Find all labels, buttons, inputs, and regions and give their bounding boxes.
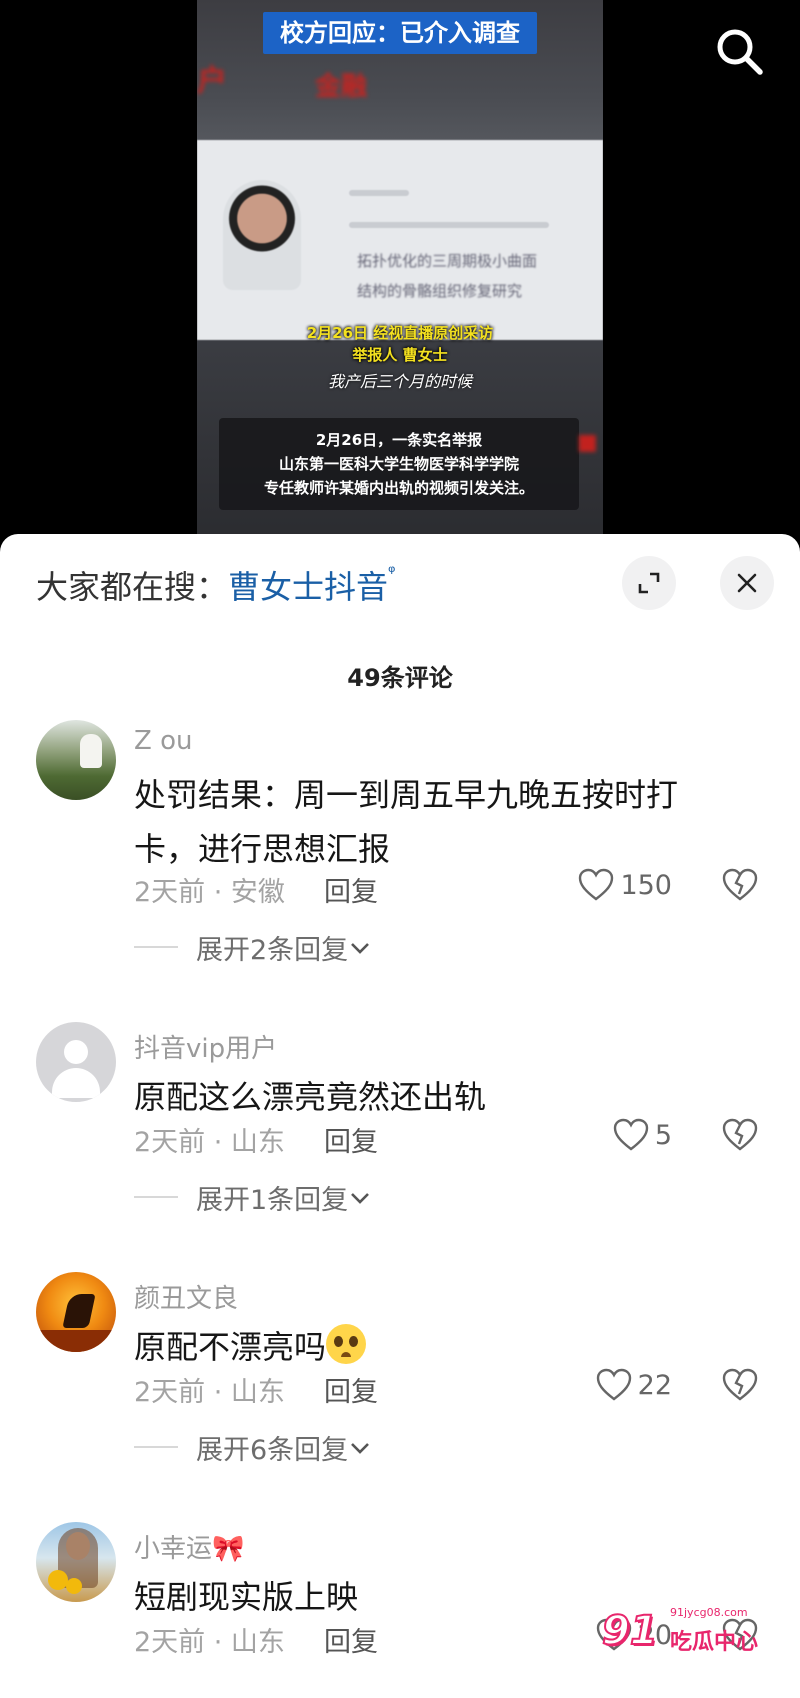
caption-line: 山东第一医科大学生物医学科学学院 bbox=[278, 455, 519, 473]
document-card: 拓扑优化的三周期极小曲面 结构的骨骼组织修复研究 bbox=[197, 140, 603, 340]
dislike-button[interactable] bbox=[722, 868, 758, 906]
video-banner: 校方回应：已介入调查 bbox=[263, 12, 537, 54]
broken-heart-icon bbox=[722, 1368, 758, 1401]
chevron-down-icon bbox=[351, 1192, 370, 1204]
watermark-name: 吃瓜中心 bbox=[670, 1630, 759, 1655]
dislike-button[interactable] bbox=[722, 1368, 758, 1406]
video-player[interactable]: 校方回应：已介入调查 户 金融 拓扑优化的三周期极小曲面 结构的骨骼组织修复研究… bbox=[0, 0, 800, 560]
comment-item: 颜丑文良 原配不漂亮吗 2天前 · 山东 回复 22 展开6条回复 bbox=[0, 1272, 800, 1472]
like-count: 150 bbox=[620, 869, 672, 901]
avatar[interactable] bbox=[36, 1022, 116, 1102]
broken-heart-icon bbox=[722, 868, 758, 901]
comment-author[interactable]: 颜丑文良 bbox=[134, 1278, 238, 1315]
expand-replies[interactable]: 展开6条回复 bbox=[134, 1428, 372, 1467]
avatar[interactable] bbox=[36, 1522, 116, 1602]
close-icon bbox=[737, 573, 757, 593]
hot-search-label: 大家都在搜： bbox=[36, 568, 229, 606]
video-frame: 校方回应：已介入调查 户 金融 拓扑优化的三周期极小曲面 结构的骨骼组织修复研究… bbox=[197, 0, 603, 540]
person-portrait bbox=[223, 180, 301, 290]
blurred-red-text: 户 bbox=[197, 64, 227, 99]
watermark-url: 91jycg08.com bbox=[670, 1606, 748, 1619]
comment-meta: 2天前 · 山东 bbox=[134, 1127, 285, 1158]
video-subtitle: 我产后三个月的时候 bbox=[327, 372, 472, 391]
video-yellow-caption: 2月26日 经视直播原创采访 bbox=[306, 324, 494, 342]
heart-icon bbox=[579, 868, 614, 901]
like-count: 22 bbox=[637, 1369, 672, 1401]
search-small-icon: ᵠ bbox=[388, 562, 396, 583]
expand-replies[interactable]: 展开2条回复 bbox=[134, 928, 372, 967]
expand-icon bbox=[638, 572, 660, 594]
comment-author[interactable]: 小幸运🎀 bbox=[134, 1528, 244, 1565]
reply-button[interactable]: 回复 bbox=[324, 1370, 378, 1409]
comment-text: 原配不漂亮吗 bbox=[134, 1320, 734, 1374]
comment-item: 抖音vip用户 原配这么漂亮竟然还出轨 2天前 · 山东 回复 5 展开1条回复 bbox=[0, 1022, 800, 1222]
comment-meta: 2天前 · 山东 bbox=[134, 1627, 285, 1658]
close-button[interactable] bbox=[720, 556, 774, 610]
search-icon[interactable] bbox=[712, 24, 768, 80]
video-yellow-caption: 举报人 曹女士 bbox=[352, 346, 448, 364]
comment-meta: 2天前 · 山东 bbox=[134, 1377, 285, 1408]
comment-count: 49条评论 bbox=[347, 664, 453, 692]
dislike-button[interactable] bbox=[722, 1118, 758, 1156]
avatar[interactable] bbox=[36, 1272, 116, 1352]
comment-meta: 2天前 · 安徽 bbox=[134, 877, 285, 908]
like-button[interactable]: 5 bbox=[613, 1118, 672, 1152]
video-caption-box: 2月26日，一条实名举报 山东第一医科大学生物医学科学学院 专任教师许某婚内出轨… bbox=[219, 418, 579, 510]
watermark-brand: 91 bbox=[601, 1607, 659, 1655]
comment-author[interactable]: Z ou bbox=[134, 726, 192, 756]
blurred-red-text: 金融 bbox=[315, 72, 368, 102]
card-text-line: 拓扑优化的三周期极小曲面 bbox=[357, 252, 538, 270]
like-button[interactable]: 22 bbox=[596, 1368, 672, 1402]
expand-replies-label: 展开2条回复 bbox=[196, 935, 349, 966]
heart-icon bbox=[613, 1118, 649, 1151]
expand-replies-label: 展开1条回复 bbox=[196, 1185, 349, 1216]
heart-icon bbox=[596, 1368, 631, 1401]
reply-button[interactable]: 回复 bbox=[324, 1620, 378, 1659]
hot-search-bar[interactable]: 大家都在搜：曹女士抖音ᵠ bbox=[36, 562, 396, 608]
comment-text: 处罚结果：周一到周五早九晚五按时打卡，进行思想汇报 bbox=[134, 776, 679, 868]
like-count: 5 bbox=[654, 1119, 672, 1151]
chevron-down-icon bbox=[351, 1442, 370, 1454]
caption-line: 2月26日，一条实名举报 bbox=[315, 431, 483, 449]
reply-button[interactable]: 回复 bbox=[324, 870, 378, 909]
comment-item: Z ou 处罚结果：周一到周五早九晚五按时打卡，进行思想汇报 2天前 · 安徽 … bbox=[0, 720, 800, 970]
expand-button[interactable] bbox=[622, 556, 676, 610]
comment-text: 原配这么漂亮竟然还出轨 bbox=[134, 1078, 487, 1116]
comment-sheet: 大家都在搜：曹女士抖音ᵠ 49条评论 Z ou 处罚结果：周一到周五早九晚五按时… bbox=[0, 534, 800, 1698]
hot-search-keyword[interactable]: 曹女士抖音 bbox=[228, 568, 388, 606]
like-button[interactable]: 150 bbox=[578, 868, 672, 902]
expand-replies[interactable]: 展开1条回复 bbox=[134, 1178, 372, 1217]
card-text-line: 结构的骨骼组织修复研究 bbox=[357, 282, 523, 300]
expand-replies-label: 展开6条回复 bbox=[196, 1435, 349, 1466]
broken-heart-icon bbox=[722, 1118, 758, 1151]
chevron-down-icon bbox=[351, 942, 370, 954]
comment-author[interactable]: 抖音vip用户 bbox=[134, 1028, 277, 1065]
crying-face-emoji bbox=[326, 1324, 367, 1364]
reply-button[interactable]: 回复 bbox=[324, 1120, 378, 1159]
watermark-logo: 91 91jycg08.com 吃瓜中心 bbox=[601, 1604, 792, 1664]
caption-line: 专任教师许某婚内出轨的视频引发关注。 bbox=[263, 479, 534, 497]
comment-text-content: 原配不漂亮吗 bbox=[134, 1328, 327, 1366]
avatar[interactable] bbox=[36, 720, 116, 800]
